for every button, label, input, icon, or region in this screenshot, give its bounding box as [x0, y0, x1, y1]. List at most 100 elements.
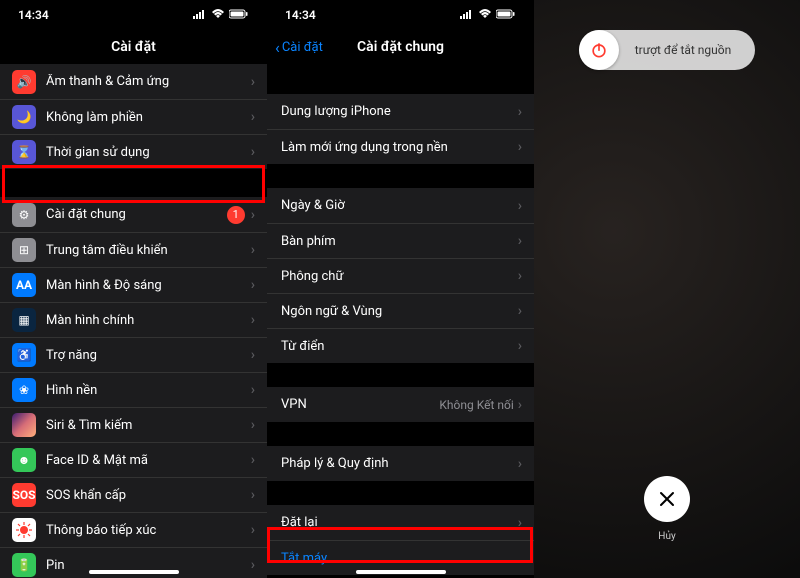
screentime-icon: ⌛ — [12, 140, 36, 164]
row-faceid[interactable]: ☻ Face ID & Mật mã › — [0, 442, 267, 477]
status-right — [193, 8, 249, 22]
chevron-right-icon: › — [251, 144, 255, 160]
chevron-right-icon: › — [251, 487, 255, 503]
power-icon — [589, 40, 609, 60]
chevron-right-icon: › — [518, 233, 522, 249]
row-vpn[interactable]: VPN Không Kết nối › — [267, 387, 534, 422]
header: Cài đặt — [0, 30, 267, 64]
chevron-right-icon: › — [251, 207, 255, 223]
chevron-right-icon: › — [251, 382, 255, 398]
row-sos[interactable]: SOS SOS khẩn cấp › — [0, 477, 267, 512]
row-accessibility[interactable]: ♿ Trợ năng › — [0, 337, 267, 372]
row-screentime[interactable]: ⌛ Thời gian sử dụng › — [0, 134, 267, 169]
back-button[interactable]: ‹ Cài đặt — [275, 38, 323, 57]
chevron-right-icon: › — [518, 456, 522, 472]
spacer — [267, 164, 534, 188]
chevron-right-icon: › — [518, 303, 522, 319]
row-label: Bàn phím — [281, 234, 518, 249]
row-dnd[interactable]: 🌙 Không làm phiền › — [0, 99, 267, 134]
cancel-button[interactable] — [644, 476, 690, 522]
power-knob[interactable] — [579, 30, 619, 70]
spacer — [267, 64, 534, 94]
chevron-right-icon: › — [518, 515, 522, 531]
siri-icon — [12, 413, 36, 437]
spacer — [267, 422, 534, 446]
row-label: Hình nền — [46, 383, 251, 398]
row-label: SOS khẩn cấp — [46, 488, 251, 503]
faceid-icon: ☻ — [12, 448, 36, 472]
chevron-right-icon: › — [518, 338, 522, 354]
row-label: Ngày & Giờ — [281, 198, 518, 213]
exposure-icon — [12, 518, 36, 542]
row-label: Phông chữ — [281, 269, 518, 284]
row-label: Thông báo tiếp xúc — [46, 523, 251, 538]
row-wallpaper[interactable]: ❀ Hình nền › — [0, 372, 267, 407]
row-label: Màn hình & Độ sáng — [46, 278, 251, 293]
general-group-1: Dung lượng iPhone › Làm mới ứng dụng tro… — [267, 94, 534, 164]
status-time: 14:34 — [285, 8, 316, 22]
row-label: Làm mới ứng dụng trong nền — [281, 140, 518, 155]
row-reset[interactable]: Đặt lại › — [267, 505, 534, 540]
general-group-2: Ngày & Giờ › Bàn phím › Phông chữ › Ngôn… — [267, 188, 534, 363]
chevron-right-icon: › — [251, 452, 255, 468]
chevron-right-icon: › — [251, 417, 255, 433]
status-bar: 14:34 — [0, 0, 267, 30]
row-exposure[interactable]: Thông báo tiếp xúc › — [0, 512, 267, 547]
row-label: Tắt máy — [281, 551, 522, 566]
row-siri[interactable]: Siri & Tìm kiếm › — [0, 407, 267, 442]
row-control-center[interactable]: ⊞ Trung tâm điều khiển › — [0, 232, 267, 267]
page-title: Cài đặt — [111, 39, 156, 55]
row-fonts[interactable]: Phông chữ › — [267, 258, 534, 293]
general-icon: ⚙ — [12, 203, 36, 227]
power-off-screen: trượt để tắt nguồn Hủy — [534, 0, 800, 578]
status-bar: 14:34 — [267, 0, 534, 30]
row-storage[interactable]: Dung lượng iPhone › — [267, 94, 534, 129]
settings-group-1: 🔊 Âm thanh & Cảm ứng › 🌙 Không làm phiền… — [0, 64, 267, 169]
battery-settings-icon: 🔋 — [12, 553, 36, 577]
battery-icon — [229, 8, 249, 22]
row-label: Ngôn ngữ & Vùng — [281, 304, 518, 319]
home-indicator — [89, 570, 179, 574]
row-label: Pháp lý & Quy định — [281, 456, 518, 471]
row-home-screen[interactable]: ▦ Màn hình chính › — [0, 302, 267, 337]
row-general[interactable]: ⚙ Cài đặt chung 1 › — [0, 197, 267, 232]
wifi-icon — [478, 8, 492, 22]
row-label: Âm thanh & Cảm ứng — [46, 74, 251, 89]
chevron-right-icon: › — [251, 312, 255, 328]
row-label: Đặt lại — [281, 515, 518, 530]
row-label: Siri & Tìm kiếm — [46, 418, 251, 433]
row-display[interactable]: AA Màn hình & Độ sáng › — [0, 267, 267, 302]
row-label: Trợ năng — [46, 348, 251, 363]
settings-screen: 14:34 Cài đặt 🔊 Âm thanh & Cảm ứng › 🌙 K… — [0, 0, 267, 578]
dnd-icon: 🌙 — [12, 105, 36, 129]
back-label: Cài đặt — [282, 40, 323, 55]
notification-badge: 1 — [227, 206, 245, 224]
power-off-slider[interactable]: trượt để tắt nguồn — [579, 30, 755, 70]
chevron-right-icon: › — [251, 242, 255, 258]
row-label: Face ID & Mật mã — [46, 453, 251, 468]
display-icon: AA — [12, 273, 36, 297]
spacer — [267, 363, 534, 387]
row-legal[interactable]: Pháp lý & Quy định › — [267, 446, 534, 481]
chevron-right-icon: › — [518, 104, 522, 120]
general-settings-screen: 14:34 ‹ Cài đặt Cài đặt chung Dung lượng… — [267, 0, 534, 578]
row-language-region[interactable]: Ngôn ngữ & Vùng › — [267, 293, 534, 328]
row-label: Thời gian sử dụng — [46, 145, 251, 160]
row-background-refresh[interactable]: Làm mới ứng dụng trong nền › — [267, 129, 534, 164]
close-icon — [658, 490, 676, 508]
row-sound[interactable]: 🔊 Âm thanh & Cảm ứng › — [0, 64, 267, 99]
general-group-5: Đặt lại › Tắt máy — [267, 505, 534, 575]
row-label: Trung tâm điều khiển — [46, 243, 251, 258]
row-label: Cài đặt chung — [46, 207, 227, 222]
home-screen-icon: ▦ — [12, 308, 36, 332]
row-date-time[interactable]: Ngày & Giờ › — [267, 188, 534, 223]
chevron-right-icon: › — [518, 397, 522, 413]
general-group-3: VPN Không Kết nối › — [267, 387, 534, 422]
accessibility-icon: ♿ — [12, 343, 36, 367]
row-keyboard[interactable]: Bàn phím › — [267, 223, 534, 258]
cancel-label: Hủy — [658, 531, 675, 542]
sos-icon: SOS — [12, 483, 36, 507]
status-time: 14:34 — [18, 8, 49, 22]
row-dictionary[interactable]: Từ điển › — [267, 328, 534, 363]
row-label: Từ điển — [281, 339, 518, 354]
